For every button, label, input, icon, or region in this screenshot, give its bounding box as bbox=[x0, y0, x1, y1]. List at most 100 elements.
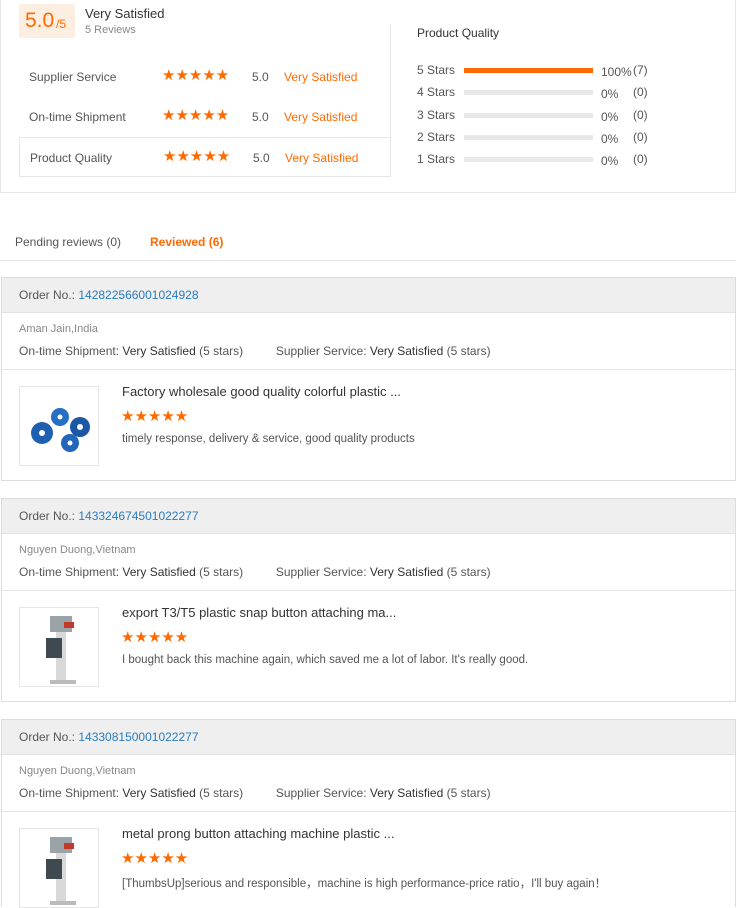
supplier-stars: (5 stars) bbox=[446, 344, 491, 358]
blue-buttons-image bbox=[31, 408, 90, 452]
star-rating-icon: ★★★★★ bbox=[121, 850, 189, 867]
distribution-title: Product Quality bbox=[417, 26, 500, 40]
star-rating-icon: ★★★★★ bbox=[121, 629, 189, 646]
product-thumbnail[interactable] bbox=[19, 607, 99, 687]
review-card: Order No.: 142822566001024928 Aman Jain,… bbox=[1, 277, 736, 481]
distribution-label: 2 Stars bbox=[417, 130, 456, 144]
review-tabs: Pending reviews (0) Reviewed (6) bbox=[0, 222, 736, 261]
review-meta: On-time Shipment: Very Satisfied (5 star… bbox=[19, 565, 491, 579]
star-rating-icon: ★★★★★ bbox=[163, 148, 231, 165]
star-rating-icon: ★★★★★ bbox=[162, 107, 230, 124]
ontime-value: Very Satisfied bbox=[122, 786, 196, 800]
supplier-label: Supplier Service: bbox=[275, 786, 367, 800]
order-label: Order No.: bbox=[19, 730, 76, 744]
distribution-percent: 0% bbox=[601, 154, 619, 168]
ontime-label: On-time Shipment: bbox=[19, 344, 120, 358]
distribution-bar bbox=[464, 113, 593, 118]
distribution-count: (0) bbox=[633, 152, 648, 166]
distribution-row: 1 Stars 0% (0) bbox=[417, 151, 736, 169]
ontime-stars: (5 stars) bbox=[199, 565, 244, 579]
order-number-link[interactable]: 143308150001022277 bbox=[78, 730, 198, 744]
product-title-link[interactable]: export T3/T5 plastic snap button attachi… bbox=[122, 605, 396, 620]
reviewer-name: Nguyen Duong,Vietnam bbox=[19, 765, 136, 777]
distribution-percent: 100% bbox=[601, 65, 632, 79]
ontime-value: Very Satisfied bbox=[122, 565, 196, 579]
criterion-supplier-service[interactable]: Supplier Service ★★★★★ 5.0 Very Satisfie… bbox=[19, 57, 391, 97]
product-title-link[interactable]: Factory wholesale good quality colorful … bbox=[122, 384, 401, 399]
divider bbox=[2, 590, 735, 591]
divider bbox=[2, 369, 735, 370]
distribution-percent: 0% bbox=[601, 110, 619, 124]
tab-reviewed[interactable]: Reviewed (6) bbox=[150, 235, 223, 249]
distribution-row: 5 Stars 100% (7) bbox=[417, 62, 736, 80]
divider bbox=[2, 811, 735, 812]
review-comment: I bought back this machine again, which … bbox=[122, 654, 529, 666]
review-meta: On-time Shipment: Very Satisfied (5 star… bbox=[19, 786, 491, 800]
order-number-link[interactable]: 143324674501022277 bbox=[78, 509, 198, 523]
supplier-label: Supplier Service: bbox=[275, 344, 367, 358]
supplier-value: Very Satisfied bbox=[369, 344, 444, 358]
summary-divider bbox=[390, 24, 391, 176]
distribution-label: 1 Stars bbox=[417, 152, 456, 166]
reviewer-name: Aman Jain,India bbox=[19, 323, 98, 335]
tab-pending-reviews[interactable]: Pending reviews (0) bbox=[15, 235, 121, 249]
distribution-percent: 0% bbox=[601, 132, 619, 146]
order-header: Order No.: 142822566001024928 bbox=[2, 278, 735, 313]
review-comment: timely response, delivery & service, goo… bbox=[122, 433, 415, 445]
order-label: Order No.: bbox=[19, 288, 76, 302]
distribution-bar bbox=[464, 135, 593, 140]
order-number-link[interactable]: 142822566001024928 bbox=[78, 288, 198, 302]
product-thumbnail[interactable] bbox=[19, 386, 99, 466]
criterion-label: On-time Shipment bbox=[29, 110, 126, 124]
criterion-product-quality[interactable]: Product Quality ★★★★★ 5.0 Very Satisfied bbox=[19, 137, 391, 177]
ontime-stars: (5 stars) bbox=[199, 344, 244, 358]
distribution-bar bbox=[464, 90, 593, 95]
supplier-value: Very Satisfied bbox=[369, 786, 444, 800]
ontime-stars: (5 stars) bbox=[199, 786, 244, 800]
distribution-count: (0) bbox=[633, 85, 648, 99]
criterion-label: Supplier Service bbox=[29, 70, 117, 84]
criterion-value: 5.0 bbox=[253, 151, 270, 165]
overall-score-badge: 5.0 /5 bbox=[19, 4, 75, 38]
product-title-link[interactable]: metal prong button attaching machine pla… bbox=[122, 826, 394, 841]
star-rating-icon: ★★★★★ bbox=[121, 408, 189, 425]
distribution-count: (7) bbox=[633, 63, 648, 77]
review-card: Order No.: 143324674501022277 Nguyen Duo… bbox=[1, 498, 736, 702]
overall-score-suffix: /5 bbox=[56, 17, 67, 31]
ontime-label: On-time Shipment: bbox=[19, 565, 120, 579]
supplier-stars: (5 stars) bbox=[446, 565, 491, 579]
distribution-percent: 0% bbox=[601, 87, 619, 101]
distribution-bar bbox=[464, 68, 593, 73]
machine-image bbox=[46, 616, 76, 684]
criterion-satisfaction: Very Satisfied bbox=[284, 110, 358, 124]
distribution-row: 2 Stars 0% (0) bbox=[417, 129, 736, 147]
criterion-satisfaction: Very Satisfied bbox=[284, 70, 358, 84]
distribution-row: 3 Stars 0% (0) bbox=[417, 107, 736, 125]
review-count: 5 Reviews bbox=[85, 24, 136, 36]
criterion-ontime-shipment[interactable]: On-time Shipment ★★★★★ 5.0 Very Satisfie… bbox=[19, 97, 391, 137]
overall-score: 5.0 bbox=[25, 9, 55, 32]
distribution-label: 4 Stars bbox=[417, 85, 456, 99]
distribution-bar bbox=[464, 157, 593, 162]
distribution-count: (0) bbox=[633, 130, 648, 144]
criterion-value: 5.0 bbox=[252, 70, 269, 84]
reviewer-name: Nguyen Duong,Vietnam bbox=[19, 544, 136, 556]
order-label: Order No.: bbox=[19, 509, 76, 523]
distribution-bar-fill bbox=[464, 68, 593, 73]
machine-image bbox=[46, 837, 76, 905]
distribution-count: (0) bbox=[633, 108, 648, 122]
product-thumbnail[interactable] bbox=[19, 828, 99, 908]
star-rating-icon: ★★★★★ bbox=[162, 67, 230, 84]
criterion-label: Product Quality bbox=[30, 151, 113, 165]
order-header: Order No.: 143324674501022277 bbox=[2, 499, 735, 534]
review-card: Order No.: 143308150001022277 Nguyen Duo… bbox=[1, 719, 736, 908]
order-header: Order No.: 143308150001022277 bbox=[2, 720, 735, 755]
supplier-stars: (5 stars) bbox=[446, 786, 491, 800]
distribution-label: 3 Stars bbox=[417, 108, 456, 122]
distribution-row: 4 Stars 0% (0) bbox=[417, 84, 736, 102]
criterion-value: 5.0 bbox=[252, 110, 269, 124]
distribution-label: 5 Stars bbox=[417, 63, 456, 77]
supplier-label: Supplier Service: bbox=[275, 565, 367, 579]
ontime-value: Very Satisfied bbox=[122, 344, 196, 358]
review-meta: On-time Shipment: Very Satisfied (5 star… bbox=[19, 344, 491, 358]
